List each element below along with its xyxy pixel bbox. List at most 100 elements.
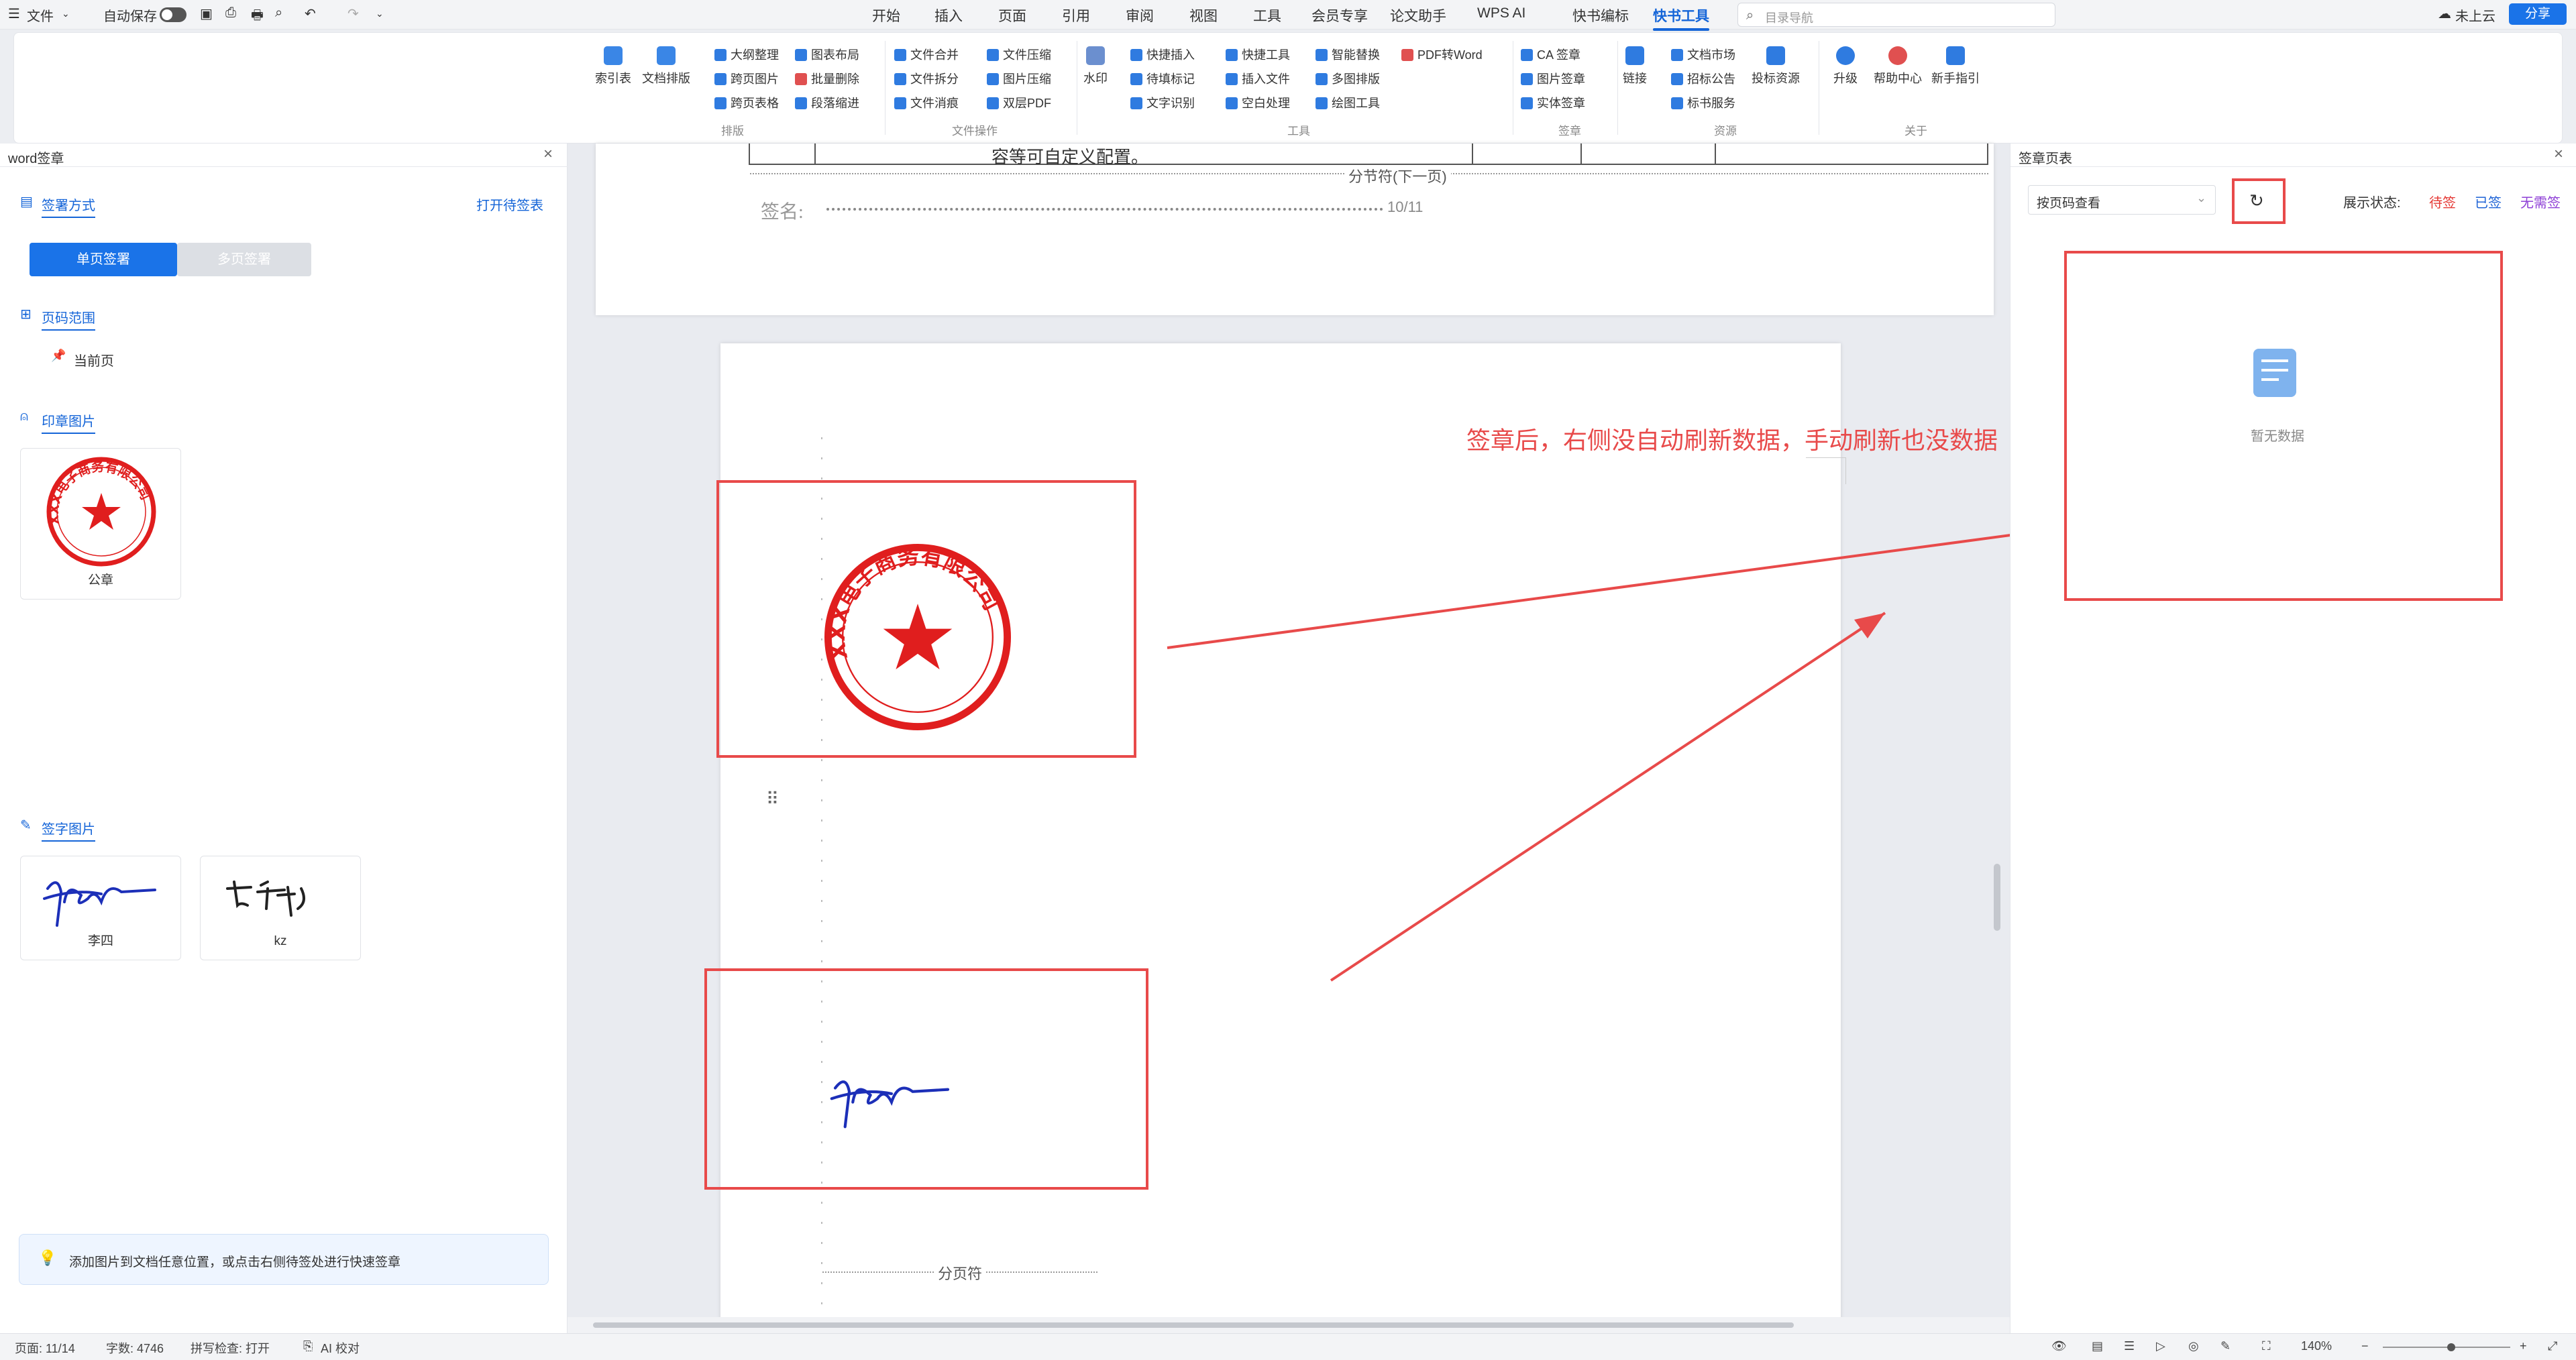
view-mode-select[interactable]: 按页码查看 ⌄: [2028, 185, 2216, 215]
save-icon[interactable]: ▣: [200, 5, 213, 22]
spell-check[interactable]: 拼写检查: 打开: [191, 1339, 270, 1357]
drawing-tools-button[interactable]: 绘图工具: [1316, 93, 1380, 113]
pen-icon[interactable]: ✎: [2220, 1339, 2231, 1353]
tab-insert[interactable]: 插入: [934, 5, 963, 25]
tab-view[interactable]: 视图: [1189, 5, 1218, 25]
file-clean-button[interactable]: 文件消痕: [894, 93, 959, 113]
page-indicator[interactable]: 页面: 11/14: [15, 1339, 75, 1357]
current-page-option[interactable]: 当前页: [74, 350, 114, 370]
paragraph-indent-button[interactable]: 段落缩进: [795, 93, 859, 113]
tab-paper-assistant[interactable]: 论文助手: [1390, 5, 1446, 25]
tab-kuaishu-bid[interactable]: 快书编标: [1572, 5, 1629, 25]
link-button[interactable]: 链接: [1623, 46, 1647, 87]
seal-card[interactable]: XXX电子商务有限公司 公章: [20, 448, 181, 600]
physical-sign-button[interactable]: 实体签章: [1521, 93, 1585, 113]
quick-tools-button[interactable]: 快捷工具: [1226, 45, 1290, 65]
smart-replace-button[interactable]: 智能替换: [1316, 45, 1380, 65]
zoom-in-icon[interactable]: +: [2520, 1339, 2527, 1353]
tab-review[interactable]: 审阅: [1126, 5, 1154, 25]
watermark-button[interactable]: 水印: [1083, 46, 1108, 87]
ca-sign-button[interactable]: CA 签章: [1521, 45, 1580, 65]
single-page-sign-button[interactable]: 单页签署: [30, 243, 177, 276]
horizontal-scroll-thumb[interactable]: [593, 1322, 1794, 1328]
search-box[interactable]: ⌕ 目录导航: [1737, 3, 2055, 27]
close-icon[interactable]: ×: [2554, 145, 2563, 164]
group-label-tools: 工具: [1287, 125, 1310, 137]
ocr-button[interactable]: 文字识别: [1130, 93, 1195, 113]
image-compress-button[interactable]: 图片压缩: [987, 69, 1051, 89]
multi-image-layout-button[interactable]: 多图排版: [1316, 69, 1380, 89]
batch-delete-button[interactable]: 批量删除: [795, 69, 859, 89]
share-button[interactable]: 分享: [2509, 3, 2567, 25]
vertical-scrollbar[interactable]: [1990, 144, 2006, 1317]
multi-page-sign-button[interactable]: 多页签署: [177, 243, 311, 276]
file-menu[interactable]: 文件: [27, 5, 54, 25]
status-pending[interactable]: 待签: [2429, 192, 2456, 211]
play-icon[interactable]: ▷: [2156, 1339, 2165, 1353]
zoom-level[interactable]: 140%: [2301, 1339, 2332, 1353]
chart-layout-button[interactable]: 图表布局: [795, 45, 859, 65]
fullscreen-icon[interactable]: ⤢: [2548, 1339, 2557, 1353]
print-preview-icon[interactable]: ⌕: [275, 5, 282, 21]
tab-reference[interactable]: 引用: [1062, 5, 1090, 25]
redo-icon[interactable]: ↷: [347, 5, 359, 22]
signature-card-lisi[interactable]: 李四: [20, 856, 181, 960]
doc-market-button[interactable]: 文档市场: [1671, 45, 1735, 65]
open-sign-table-link[interactable]: 打开待签表: [476, 194, 543, 214]
signature-card-kz[interactable]: kz: [200, 856, 361, 960]
page-view-icon[interactable]: ▤: [2092, 1339, 2103, 1353]
vertical-scroll-thumb[interactable]: [1994, 864, 2000, 931]
file-merge-button[interactable]: 文件合并: [894, 45, 959, 65]
cross-page-table-button[interactable]: 跨页表格: [714, 93, 779, 113]
export-pdf-icon[interactable]: ⎙: [225, 5, 236, 21]
blank-process-button[interactable]: 空白处理: [1226, 93, 1290, 113]
cloud-status[interactable]: 未上云: [2455, 5, 2496, 25]
close-icon[interactable]: ×: [543, 145, 553, 164]
bid-resources-button[interactable]: 投标资源: [1752, 46, 1800, 87]
word-count[interactable]: 字数: 4746: [106, 1339, 164, 1357]
quick-insert-button[interactable]: 快捷插入: [1130, 45, 1195, 65]
print-icon[interactable]: 🖶: [251, 5, 264, 28]
zoom-out-icon[interactable]: −: [2361, 1339, 2369, 1353]
document-canvas[interactable]: 容等可自定义配置。 分节符(下一页) 签名: 10/11 XXX电子商务有限公司…: [568, 144, 2010, 1333]
tab-wps-ai[interactable]: WPS AI: [1477, 5, 1525, 21]
doc-layout-button[interactable]: 文档排版: [642, 46, 690, 87]
fit-screen-icon[interactable]: ⛶: [2262, 1339, 2271, 1353]
status-signed[interactable]: 已签: [2475, 192, 2502, 211]
autosave-toggle[interactable]: [160, 7, 186, 22]
section-signature-images: 签字图片: [42, 818, 95, 842]
zoom-slider[interactable]: [2383, 1343, 2510, 1351]
hamburger-icon[interactable]: ☰: [8, 5, 20, 22]
horizontal-scrollbar[interactable]: [568, 1317, 2010, 1333]
pdf-to-word-button[interactable]: PDF转Word: [1401, 45, 1483, 65]
chevron-down-icon[interactable]: ⌄: [62, 8, 70, 19]
beginner-guide-button[interactable]: 新手指引: [1931, 46, 1980, 87]
file-compress-button[interactable]: 文件压缩: [987, 45, 1051, 65]
fill-mark-button[interactable]: 待填标记: [1130, 69, 1195, 89]
more-chevron-icon[interactable]: ⌄: [376, 8, 384, 19]
tab-page[interactable]: 页面: [998, 5, 1026, 25]
tab-start[interactable]: 开始: [872, 5, 900, 25]
outline-organize-button[interactable]: 大纲整理: [714, 45, 779, 65]
tab-member[interactable]: 会员专享: [1311, 5, 1368, 25]
tender-notice-button[interactable]: 招标公告: [1671, 69, 1735, 89]
ai-proofread[interactable]: AI 校对: [321, 1339, 360, 1357]
insert-file-button[interactable]: 插入文件: [1226, 69, 1290, 89]
tab-tools[interactable]: 工具: [1253, 5, 1281, 25]
status-none[interactable]: 无需签: [2520, 192, 2561, 211]
outline-view-icon[interactable]: ☰: [2124, 1339, 2135, 1353]
eye-icon[interactable]: 👁: [2051, 1339, 2067, 1353]
bid-service-button[interactable]: 标书服务: [1671, 93, 1735, 113]
refresh-button[interactable]: ↻: [2232, 178, 2286, 224]
upgrade-button[interactable]: 升级: [1833, 46, 1858, 87]
index-table-button[interactable]: 索引表: [595, 46, 631, 87]
web-view-icon[interactable]: ◎: [2188, 1339, 2199, 1353]
tab-kuaishu-tools[interactable]: 快书工具: [1653, 5, 1709, 31]
file-split-button[interactable]: 文件拆分: [894, 69, 959, 89]
cross-page-image-button[interactable]: 跨页图片: [714, 69, 779, 89]
help-center-button[interactable]: 帮助中心: [1874, 46, 1922, 87]
double-layer-pdf-button[interactable]: 双层PDF: [987, 93, 1051, 113]
image-sign-button[interactable]: 图片签章: [1521, 69, 1585, 89]
zoom-slider-thumb[interactable]: [2447, 1343, 2455, 1351]
undo-icon[interactable]: ↶: [305, 5, 316, 22]
